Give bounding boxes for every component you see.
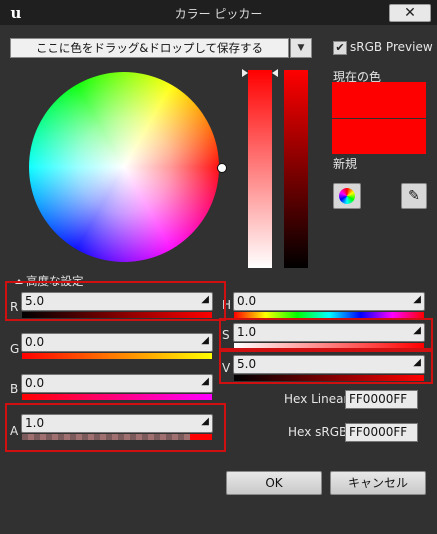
hex-linear-label: Hex Linear (284, 392, 349, 406)
srgb-preview-checkbox[interactable]: ✔ (333, 41, 347, 55)
b-field[interactable]: 0.0 ◢ (21, 374, 213, 393)
g-label: G (10, 342, 20, 356)
window-title: カラー ピッカー (174, 7, 263, 21)
h-field[interactable]: 0.0 ◢ (233, 292, 425, 311)
highlight-box-a (5, 403, 226, 452)
theme-drop-zone[interactable]: ここに色をドラッグ&ドロップして保存する (10, 38, 289, 58)
highlight-box-s (219, 318, 433, 350)
color-wheel-mode-button[interactable] (333, 183, 361, 209)
h-value: 0.0 (237, 294, 257, 308)
color-wheel[interactable] (29, 72, 219, 262)
new-color-swatch (332, 119, 426, 154)
close-button[interactable]: ✕ (389, 4, 431, 22)
b-value: 0.0 (25, 376, 45, 390)
expand-arrow-icon: ◢ (201, 376, 209, 387)
value-slider[interactable] (284, 70, 308, 268)
g-gradient-bar[interactable] (22, 353, 212, 359)
hex-srgb-label: Hex sRGB (288, 425, 348, 439)
expand-arrow-icon: ◢ (413, 294, 421, 305)
highlight-box-v (219, 350, 433, 384)
chevron-down-icon[interactable]: ▼ (290, 38, 312, 58)
srgb-preview-label: sRGB Preview (350, 40, 433, 54)
g-value: 0.0 (25, 335, 45, 349)
color-wheel-handle[interactable] (217, 163, 227, 173)
saturation-handle-right-icon[interactable] (272, 69, 278, 77)
expand-arrow-icon: ◢ (201, 335, 209, 346)
ok-button[interactable]: OK (226, 471, 322, 495)
eyedropper-icon: ✎ (408, 188, 420, 204)
color-wheel-icon (339, 188, 355, 204)
cancel-button[interactable]: キャンセル (330, 471, 426, 495)
hex-srgb-input[interactable]: FF0000FF (345, 423, 418, 442)
hex-linear-input[interactable]: FF0000FF (345, 390, 418, 409)
saturation-handle-left-icon[interactable] (242, 69, 248, 77)
b-label: B (10, 382, 19, 396)
new-color-label: 新規 (333, 157, 358, 171)
highlight-box-r (5, 281, 226, 321)
g-field[interactable]: 0.0 ◢ (21, 333, 213, 352)
current-color-swatch (332, 82, 426, 118)
b-gradient-bar[interactable] (22, 394, 212, 400)
eyedropper-button[interactable]: ✎ (401, 183, 427, 209)
saturation-slider[interactable] (248, 70, 272, 268)
